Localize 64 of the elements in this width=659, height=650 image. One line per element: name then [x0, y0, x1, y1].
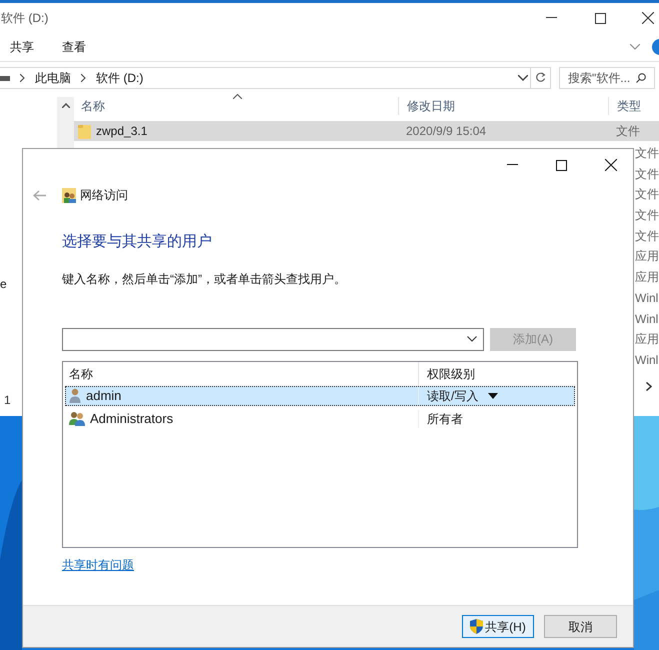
file-date: 2020/9/9 15:04 [405, 123, 488, 140]
dialog-heading: 选择要与其共享的用户 [62, 232, 213, 252]
refresh-icon [535, 72, 546, 83]
address-bar[interactable]: 此电脑 软件 (D:) [0, 66, 531, 88]
maximize-icon[interactable] [595, 12, 606, 24]
file-row[interactable]: zwpd_3.1 2020/9/9 15:04 文件 [73, 121, 659, 141]
ribbon-tab[interactable]: 共享 [10, 38, 34, 56]
shield-icon [470, 619, 484, 634]
file-type: 文件 [635, 228, 659, 245]
user-row[interactable]: Administrators 所有者 [65, 408, 575, 428]
search-icon [636, 72, 646, 82]
user-name: Administrators [90, 410, 174, 428]
chevron-right-icon [20, 74, 25, 82]
column-header[interactable]: 名称 [63, 364, 418, 382]
dropdown-caret-icon[interactable] [488, 392, 498, 398]
user-icon [68, 388, 82, 403]
file-type: 文件 [635, 166, 659, 183]
file-type: 文件 [635, 145, 659, 162]
user-row[interactable]: admin 读取/写入 [65, 386, 575, 406]
search-field[interactable]: 搜索"软件... [559, 66, 655, 88]
breadcrumb-item[interactable]: 软件 (D:) [96, 68, 144, 86]
file-type: Winl [635, 310, 659, 328]
close-icon[interactable] [642, 12, 654, 24]
breadcrumb-item[interactable]: 此电脑 [35, 68, 71, 86]
file-name: zwpd_3.1 [96, 123, 148, 140]
chevron-down-icon [467, 336, 477, 342]
user-name-combo[interactable] [62, 328, 484, 350]
close-icon[interactable] [605, 159, 617, 171]
sort-caret-icon [233, 94, 242, 99]
users-icon [68, 411, 86, 426]
column-header[interactable]: 修改日期 [398, 97, 608, 115]
permission-level: 所有者 [426, 410, 463, 428]
minimize-icon[interactable] [507, 164, 518, 166]
window-title: 软件 (D:) [1, 10, 50, 27]
users-icon [62, 188, 76, 202]
minimize-icon[interactable] [546, 17, 557, 19]
arrow-up-icon [62, 103, 70, 108]
column-header[interactable]: 类型 [608, 97, 641, 115]
dialog-title: 网络访问 [80, 187, 128, 204]
maximize-icon[interactable] [556, 160, 567, 170]
file-type: Winl [635, 352, 659, 369]
file-type: Winl [635, 290, 659, 307]
file-type: 应用 [635, 248, 659, 266]
share-button[interactable]: 共享(H) [462, 615, 534, 638]
permission-level: 读取/写入 [426, 388, 478, 404]
chevron-right-icon[interactable] [646, 382, 652, 392]
file-type: 应用 [635, 331, 659, 348]
user-name: admin [86, 386, 122, 405]
chevron-right-icon [81, 74, 86, 82]
file-type: 应用 [635, 269, 659, 286]
file-type: 文件 [635, 186, 659, 204]
file-type: 文件 [635, 207, 659, 224]
instruction-text: 键入名称，然后单击“添加”，或者单击箭头查找用户。 [62, 270, 347, 288]
status-text: 1 [4, 392, 11, 409]
nav-item[interactable]: e [0, 275, 7, 293]
ribbon-tab[interactable]: 查看 [62, 38, 86, 56]
refresh-button[interactable] [531, 66, 551, 88]
column-header[interactable]: 名称 [73, 97, 398, 115]
drive-icon [0, 74, 10, 82]
chevron-down-icon[interactable] [518, 74, 528, 80]
cancel-button[interactable]: 取消 [544, 615, 617, 638]
help-link[interactable]: 共享时有问题 [62, 556, 134, 574]
file-type: 文件 [615, 123, 640, 140]
folder-icon [78, 124, 92, 138]
